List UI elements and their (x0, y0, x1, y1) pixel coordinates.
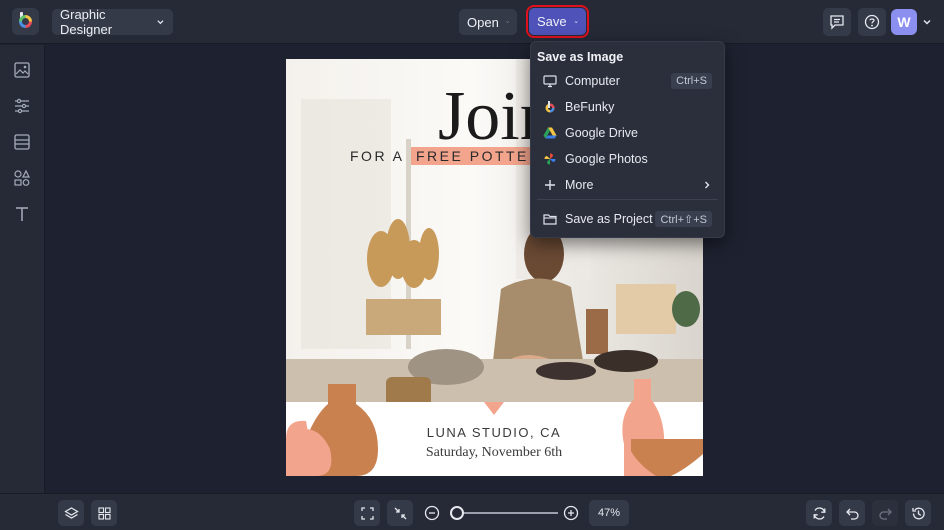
grid-icon (97, 506, 111, 520)
bottom-bar: 47% (0, 493, 944, 530)
menu-item-google-drive[interactable]: Google Drive (531, 121, 724, 145)
menu-item-label: Google Drive (565, 126, 638, 140)
expand-icon (360, 506, 374, 520)
google-photos-icon (544, 153, 556, 165)
google-drive-icon (543, 127, 557, 139)
menu-item-google-photos[interactable]: Google Photos (531, 147, 724, 171)
menu-item-label: Computer (565, 74, 620, 88)
poster-subline-prefix: FOR A (350, 148, 405, 164)
undo-button[interactable] (839, 500, 865, 526)
pottery-bowl (594, 350, 658, 372)
befunky-logo-icon (545, 101, 555, 113)
open-label: Open (467, 14, 499, 30)
menu-item-save-project[interactable]: Save as Project Ctrl+⇧+S (531, 207, 724, 231)
mode-dropdown[interactable]: Graphic Designer (52, 7, 173, 37)
redo-icon (878, 508, 892, 520)
history-button[interactable] (905, 500, 931, 526)
help-button[interactable] (858, 8, 886, 36)
sliders-icon[interactable] (13, 97, 31, 115)
zoom-slider-handle[interactable] (450, 506, 465, 520)
menu-item-computer[interactable]: Computer Ctrl+S (531, 69, 724, 93)
zoom-out-icon[interactable] (424, 505, 440, 521)
save-button[interactable]: Save (526, 5, 589, 38)
text-icon[interactable] (13, 205, 31, 223)
menu-item-label: Save as Project (565, 212, 653, 226)
zoom-slider-track[interactable] (452, 512, 558, 514)
feedback-button[interactable] (823, 8, 851, 36)
history-icon (911, 507, 925, 519)
poster-studio: LUNA STUDIO, CA (427, 425, 561, 440)
compress-icon (394, 507, 406, 519)
poster-subline-highlight: FREE POTTE (416, 148, 529, 164)
chevron-down-icon (574, 20, 578, 23)
chevron-right-icon (705, 181, 710, 189)
grid-button[interactable] (91, 500, 117, 526)
layers-icon (63, 506, 79, 519)
menu-heading: Save as Image (537, 50, 624, 64)
undo-icon (845, 508, 859, 520)
actual-size-button[interactable] (387, 500, 413, 526)
zoom-in-icon[interactable] (563, 505, 579, 521)
chevron-down-icon (506, 21, 509, 23)
chevron-down-icon (157, 20, 164, 25)
logo-ring (19, 15, 32, 28)
shortcut-badge: Ctrl+S (671, 73, 712, 89)
save-dropdown-menu: Save as Image Computer Ctrl+S BeFunky Go… (530, 41, 725, 238)
fit-screen-button[interactable] (354, 500, 380, 526)
top-bar: Graphic Designer Open Save W (0, 0, 944, 44)
plant (672, 291, 700, 327)
refresh-icon (813, 506, 825, 520)
menu-item-label: Google Photos (565, 152, 648, 166)
befunky-logo[interactable] (12, 8, 39, 35)
wooden-shelf (366, 299, 441, 335)
chevron-down-icon[interactable] (922, 17, 932, 27)
right-shelf (616, 284, 676, 334)
open-button[interactable]: Open (459, 9, 517, 35)
poster-date: Saturday, November 6th (426, 445, 562, 460)
save-label: Save (537, 14, 567, 29)
mode-label: Graphic Designer (60, 7, 113, 37)
menu-item-befunky[interactable]: BeFunky (531, 95, 724, 119)
image-icon[interactable] (13, 61, 31, 79)
redo-button[interactable] (872, 500, 898, 526)
menu-item-label: More (565, 178, 594, 192)
menu-divider (537, 199, 718, 200)
stool (586, 309, 608, 354)
reset-button[interactable] (806, 500, 832, 526)
help-icon (864, 14, 880, 30)
pottery-wheel (536, 362, 596, 380)
menu-item-label: BeFunky (565, 100, 615, 114)
zoom-level[interactable]: 47% (589, 500, 629, 526)
plus-icon (545, 180, 555, 190)
shortcut-badge: Ctrl+⇧+S (655, 211, 712, 227)
layers-button[interactable] (58, 500, 84, 526)
layout-icon[interactable] (13, 133, 31, 151)
chat-icon (830, 15, 844, 30)
shapes-icon[interactable] (13, 169, 31, 187)
menu-item-more[interactable]: More (531, 173, 724, 197)
user-avatar[interactable]: W (891, 9, 917, 35)
left-toolbar (0, 45, 45, 493)
folder-icon (543, 214, 557, 225)
monitor-icon (543, 75, 557, 88)
